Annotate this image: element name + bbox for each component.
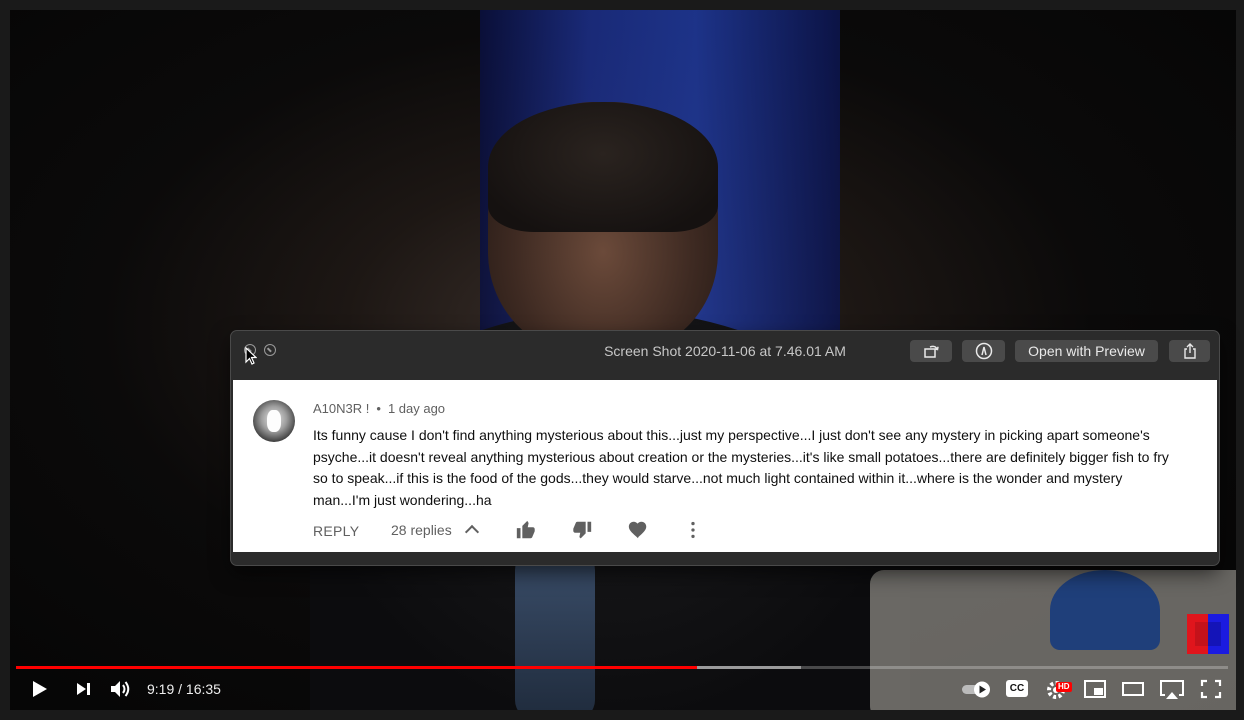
rotate-icon [924, 345, 939, 358]
video-tie [515, 550, 595, 710]
markup-icon [975, 342, 992, 360]
comment-actions: REPLY 28 replies [313, 517, 1193, 545]
comment-text: Its funny cause I don't find anything my… [313, 427, 1169, 508]
share-button[interactable] [1169, 340, 1210, 362]
meta-separator: • [376, 401, 381, 416]
more-options-icon[interactable] [682, 519, 704, 541]
share-icon [1183, 343, 1196, 359]
window-frame: Screen Shot 2020-11-06 at 7.46.01 AM Ope… [0, 0, 1244, 720]
open-with-preview-button[interactable]: Open with Preview [1015, 340, 1158, 362]
heart-icon[interactable] [627, 519, 649, 541]
progress-played [16, 666, 697, 669]
comment-time[interactable]: 1 day ago [388, 401, 445, 416]
comment-author[interactable]: A10N3R ! [313, 401, 369, 416]
cc-icon[interactable]: CC [1006, 680, 1028, 697]
comment-meta: A10N3R ! • 1 day ago [313, 401, 445, 416]
avatar[interactable] [253, 400, 295, 442]
play-icon[interactable] [28, 676, 52, 702]
theater-icon[interactable] [1120, 676, 1146, 702]
markup-button[interactable] [962, 340, 1005, 362]
channel-watermark-icon[interactable] [1187, 612, 1229, 656]
quicklook-window: Screen Shot 2020-11-06 at 7.46.01 AM Ope… [231, 331, 1219, 565]
airplay-icon[interactable] [1158, 676, 1186, 702]
chevron-up-icon[interactable] [464, 524, 480, 540]
hd-badge: HD [1056, 682, 1072, 692]
reply-button[interactable]: REPLY [313, 523, 359, 539]
volume-icon[interactable] [108, 676, 134, 702]
time-display: 9:19 / 16:35 [147, 681, 221, 697]
quicklook-titlebar: Screen Shot 2020-11-06 at 7.46.01 AM Ope… [231, 331, 1219, 371]
screenshot-preview: A10N3R ! • 1 day ago Its funny cause I don… [233, 380, 1217, 552]
fullscreen-icon[interactable] [1198, 676, 1224, 702]
video-vase [1050, 570, 1160, 650]
miniplayer-icon[interactable] [1082, 676, 1108, 702]
rotate-button[interactable] [910, 340, 952, 362]
video-person-hair [488, 102, 718, 232]
thumbs-down-icon[interactable] [571, 519, 593, 541]
thumbs-up-icon[interactable] [515, 519, 537, 541]
next-icon[interactable] [72, 676, 96, 702]
autoplay-toggle[interactable] [960, 676, 994, 702]
replies-toggle[interactable]: 28 replies [391, 522, 452, 538]
